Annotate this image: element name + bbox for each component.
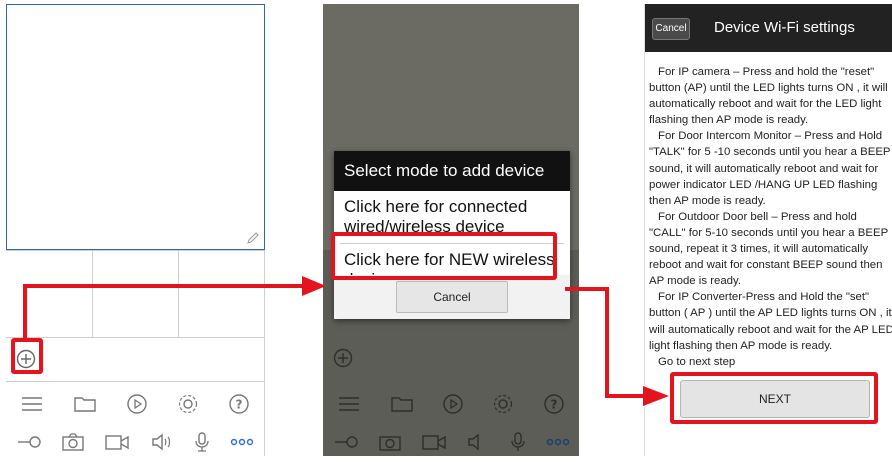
more-icon xyxy=(546,438,569,446)
list-icon[interactable] xyxy=(20,394,44,414)
edit-pencil-icon[interactable] xyxy=(246,231,260,245)
arrow-line xyxy=(565,287,609,291)
arrow-line xyxy=(605,287,609,398)
highlight-new-device xyxy=(331,232,557,280)
folder-icon xyxy=(390,397,413,412)
key-icon[interactable] xyxy=(16,434,42,450)
microphone-icon xyxy=(510,432,525,451)
toolbar-top-dimmed: ? xyxy=(323,384,579,424)
instruction-ip-camera: For IP camera – Press and hold the "rese… xyxy=(649,66,888,127)
plus-circle-icon xyxy=(333,348,353,368)
video-view[interactable] xyxy=(6,4,265,250)
arrow-line xyxy=(23,284,305,288)
svg-text:?: ? xyxy=(235,398,242,412)
video-record-icon[interactable] xyxy=(104,432,130,452)
highlight-next xyxy=(670,372,878,424)
channel-cell[interactable] xyxy=(6,251,93,337)
wifi-cancel-button[interactable]: Cancel xyxy=(652,18,690,40)
folder-icon[interactable] xyxy=(73,394,97,414)
add-device-row xyxy=(6,337,264,382)
gear-icon[interactable] xyxy=(177,393,199,415)
camera-icon[interactable] xyxy=(61,432,85,452)
arrow-line xyxy=(23,284,27,340)
more-icon[interactable] xyxy=(230,437,254,447)
toolbar-bottom xyxy=(6,422,264,462)
dialog-cancel-button[interactable]: Cancel xyxy=(396,281,508,313)
highlight-plus xyxy=(11,338,43,374)
video-record-icon xyxy=(421,435,446,450)
speaker-icon xyxy=(467,433,479,451)
list-icon xyxy=(339,397,360,411)
instruction-ip-converter: For IP Converter-Press and Hold the "set… xyxy=(649,291,892,352)
key-icon xyxy=(334,436,358,448)
instruction-outdoor-doorbell: For Outdoor Door bell – Press and hold "… xyxy=(649,210,888,288)
channel-cell[interactable] xyxy=(92,251,179,337)
channel-grid xyxy=(6,250,264,338)
channel-cell[interactable] xyxy=(178,251,263,337)
arrow-head-icon xyxy=(302,276,326,296)
page-title: Device Wi-Fi settings xyxy=(714,19,855,36)
instruction-door-intercom: For Door Intercom Monitor – Press and Ho… xyxy=(649,130,891,207)
instruction-next-step: Go to next step xyxy=(658,355,736,368)
title-bar: Cancel Device Wi-Fi settings xyxy=(645,4,892,52)
microphone-icon[interactable] xyxy=(193,431,211,453)
dialog-title: Select mode to add device xyxy=(334,151,570,191)
svg-text:?: ? xyxy=(550,398,557,412)
speaker-icon[interactable] xyxy=(150,432,174,452)
instructions-text: For IP camera – Press and hold the "rese… xyxy=(649,64,892,370)
app-screen-main: ? xyxy=(6,4,265,456)
toolbar-top: ? xyxy=(6,384,264,424)
help-icon: ? xyxy=(544,394,564,414)
toolbar-bottom-dimmed xyxy=(323,422,579,462)
arrow-head-icon xyxy=(643,386,669,406)
gear-icon xyxy=(494,394,513,414)
playback-icon xyxy=(443,394,463,414)
camera-icon xyxy=(378,436,401,451)
playback-icon[interactable] xyxy=(126,393,148,415)
arrow-line xyxy=(605,394,645,398)
dialog-footer: Cancel xyxy=(334,275,570,319)
help-icon[interactable]: ? xyxy=(228,393,250,415)
